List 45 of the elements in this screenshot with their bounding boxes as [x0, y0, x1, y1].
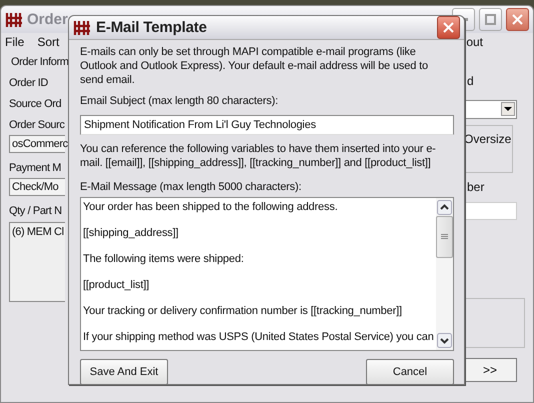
field-label: d	[467, 74, 474, 88]
group-title: Order Inform	[11, 56, 69, 68]
menu-item[interactable]: Sort	[37, 35, 60, 49]
input-field[interactable]: Check/Mo	[9, 178, 65, 196]
maximize-button[interactable]	[479, 8, 502, 31]
field-label: E-Mail Message (max length 5000 characters):	[80, 180, 302, 194]
window-title: Order	[27, 11, 68, 28]
message-line: Your order has been shipped to the following address.	[83, 200, 339, 214]
info-text: You can reference the following variables to have them inserted into your e-mail. [[email]], [[shipping_address]], [[tracking_number]] and [[product_list]]	[80, 142, 437, 170]
close-icon	[443, 22, 454, 33]
field-label: Order ID	[9, 77, 48, 89]
close-button[interactable]	[437, 16, 460, 39]
message-line: Your tracking or delivery confirmation number is [[tracking_number]]	[83, 304, 403, 318]
next-button[interactable]: >>	[463, 358, 517, 382]
close-icon	[512, 14, 523, 25]
info-text: E-mails can only be set through MAPI compatible e-mail programs (like Outlook and Outlook Express). Your default e-mail address will be used to send email.	[80, 45, 429, 87]
grip-icon	[441, 234, 448, 240]
message-line: [[shipping_address]]	[83, 226, 180, 240]
scroll-down-icon[interactable]	[437, 333, 452, 348]
message-line: If your shipping method was USPS (United States Postal Service) you can	[83, 330, 434, 344]
scrollbar[interactable]	[436, 198, 453, 350]
cancel-button[interactable]: Cancel	[366, 359, 454, 385]
field-label: Payment M	[9, 162, 62, 174]
menu-item[interactable]: out	[466, 35, 483, 49]
subject-field[interactable]: Shipment Notification From Li'l Guy Technologies	[80, 115, 454, 135]
field-label: ber	[467, 180, 484, 194]
dropdown[interactable]	[463, 100, 517, 119]
input-field[interactable]	[463, 202, 517, 220]
message-line: [[product_list]]	[83, 278, 150, 292]
dialog-title: E-Mail Template	[96, 19, 208, 36]
close-button[interactable]	[506, 8, 529, 31]
menu-item[interactable]: File	[5, 35, 24, 49]
scroll-thumb[interactable]	[436, 216, 453, 258]
field-label: Source Ord	[9, 98, 62, 110]
app-logo-icon	[5, 12, 23, 28]
app-logo-icon	[73, 20, 91, 36]
scroll-up-icon[interactable]	[437, 200, 452, 215]
maximize-icon	[485, 14, 496, 25]
message-field[interactable]	[80, 197, 454, 351]
field-label: Qty / Part N	[9, 205, 62, 217]
field-label: Email Subject (max length 80 characters):	[80, 94, 280, 108]
message-line: The following items were shipped:	[83, 252, 245, 266]
save-button[interactable]: Save And Exit	[80, 359, 168, 385]
list-box[interactable]: (6) MEM Cl	[9, 222, 65, 302]
field-label: Order Sourc	[9, 119, 65, 131]
